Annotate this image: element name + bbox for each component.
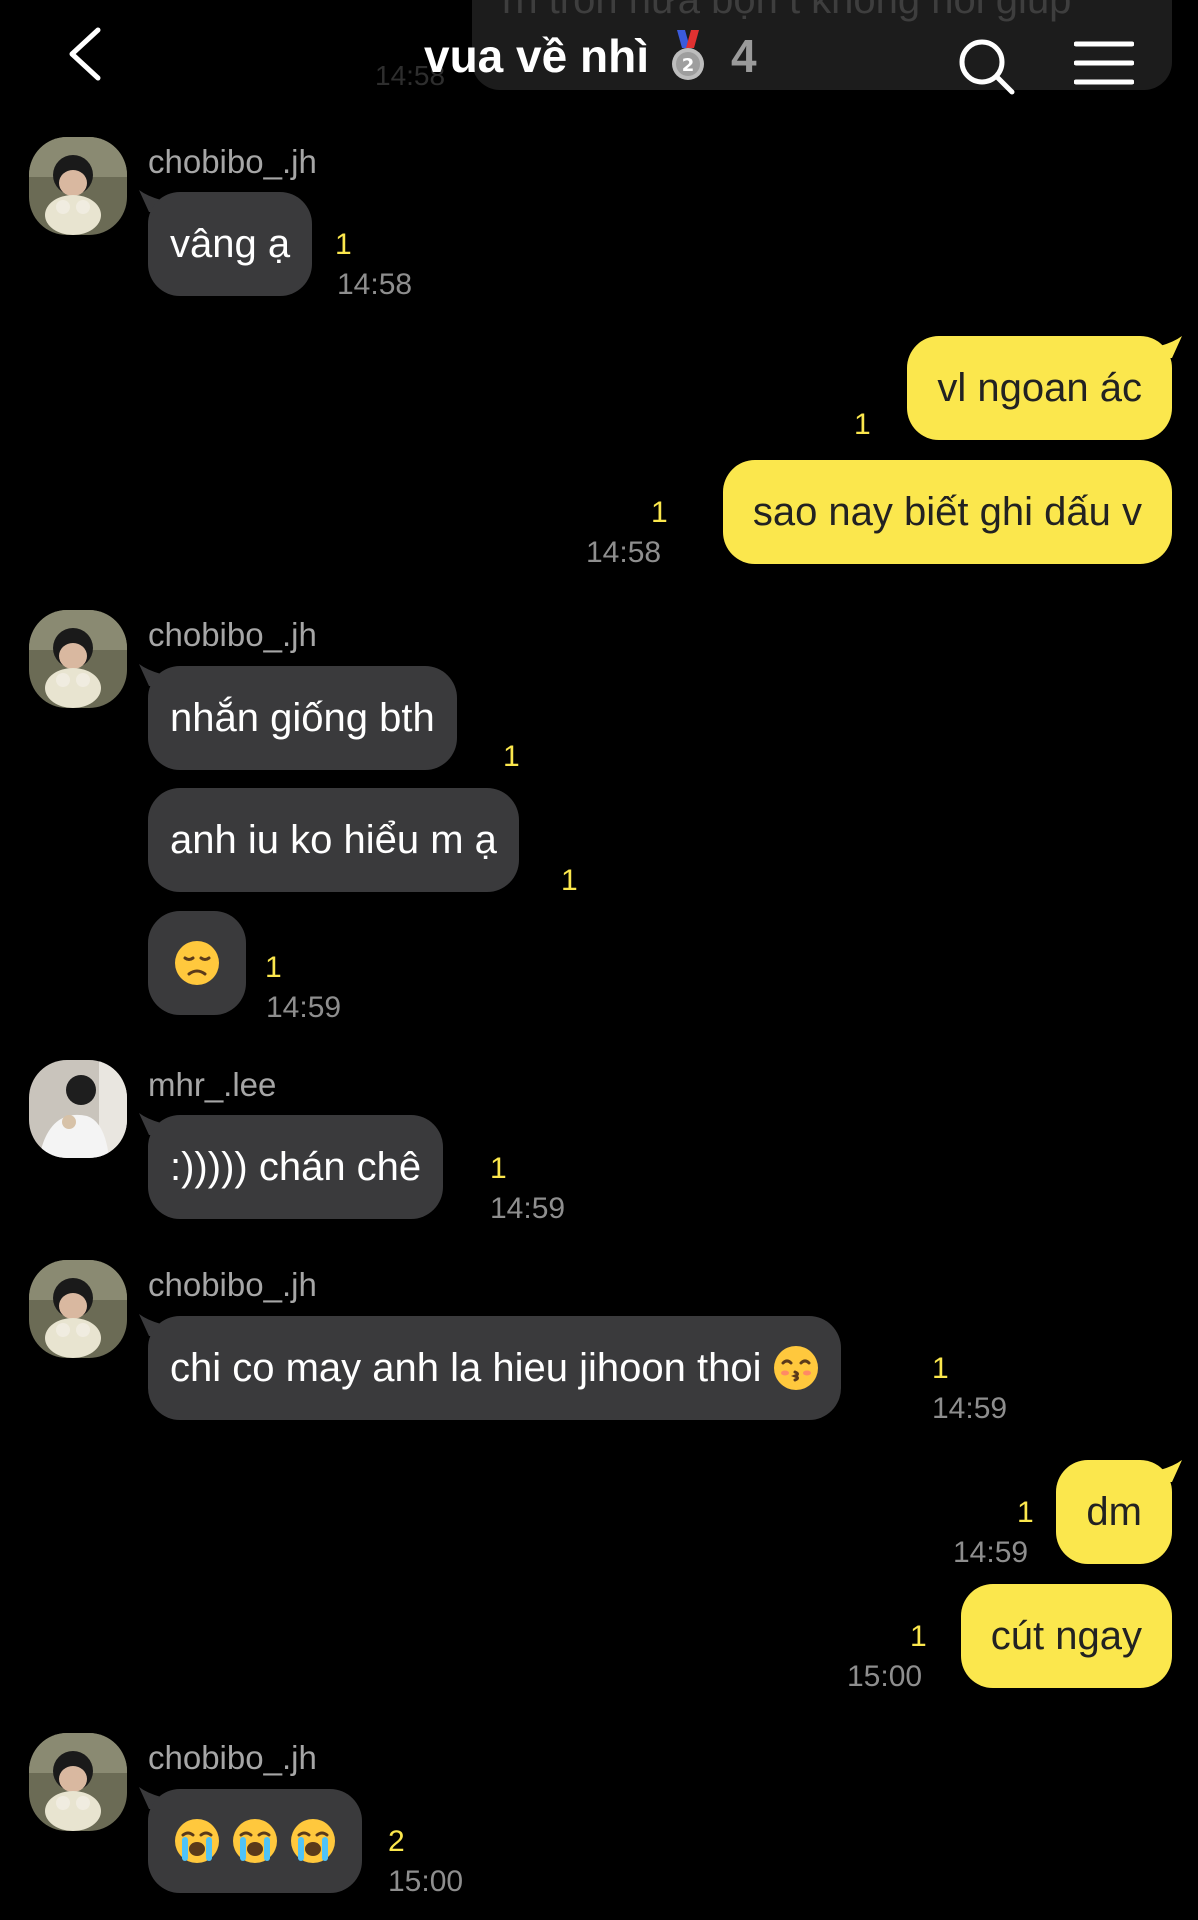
- message-text: chi co may anh la hieu jihoon thoi: [170, 1345, 762, 1390]
- avatar-chobibo[interactable]: [29, 1733, 127, 1831]
- loudly-crying-face-emoji: [175, 1819, 219, 1863]
- message-bubble[interactable]: cút ngay: [960, 1584, 1172, 1688]
- member-count: 4: [730, 30, 757, 82]
- sender-name: chobibo_.jh: [148, 616, 317, 653]
- loudly-crying-face-emoji: [291, 1819, 335, 1863]
- sender-name: chobibo_.jh: [148, 1739, 317, 1776]
- message-time: 14:58: [337, 268, 413, 301]
- avatar-mhr-lee[interactable]: [29, 1060, 127, 1158]
- bubble-tail: [1160, 336, 1182, 358]
- unread-count: 1: [503, 740, 520, 773]
- message-time: 15:00: [388, 1865, 464, 1898]
- message-time: 14:59: [932, 1392, 1008, 1425]
- message-time: 14:59: [266, 991, 342, 1024]
- message-text: cút ngay: [990, 1613, 1142, 1658]
- sender-name: mhr_.lee: [148, 1066, 277, 1103]
- search-icon: [959, 39, 1015, 95]
- message-bubble[interactable]: [148, 1789, 362, 1893]
- back-button[interactable]: [62, 26, 122, 86]
- message-text: sao nay biết ghi dấu v: [752, 489, 1142, 534]
- message-bubble[interactable]: vl ngoan ác: [907, 336, 1172, 440]
- message-bubble[interactable]: nhắn giống bth: [148, 666, 457, 770]
- unread-count: 1: [335, 228, 352, 261]
- avatar-chobibo[interactable]: [29, 610, 127, 708]
- loudly-crying-face-emoji: [233, 1819, 277, 1863]
- unread-count: 1: [651, 496, 668, 529]
- unread-count: 1: [932, 1352, 949, 1385]
- background-message-preview-text: rh trốn nữa bọn t không nói giúp: [502, 0, 1072, 22]
- message-text: vl ngoan ác: [937, 365, 1142, 410]
- unread-count: 1: [854, 408, 871, 441]
- message-bubble[interactable]: anh iu ko hiểu m ạ: [148, 788, 519, 892]
- sender-name: chobibo_.jh: [148, 1266, 317, 1303]
- message-text: vâng ạ: [170, 221, 291, 266]
- sender-name: chobibo_.jh: [148, 143, 317, 180]
- unread-count: 2: [388, 1825, 405, 1858]
- hamburger-menu-icon: [1073, 41, 1135, 85]
- message-bubble[interactable]: dm: [1056, 1460, 1172, 1564]
- message-time: 15:00: [847, 1660, 923, 1693]
- chevron-left-icon: [69, 27, 101, 81]
- chat-title: vua về nhì: [424, 30, 649, 82]
- unread-count: 1: [490, 1152, 507, 1185]
- message-time: 14:59: [490, 1192, 566, 1225]
- message-bubble[interactable]: sao nay biết ghi dấu v: [722, 460, 1172, 564]
- message-time: 14:59: [953, 1536, 1029, 1569]
- menu-button[interactable]: [1073, 40, 1135, 86]
- disappointed-face-emoji: [175, 941, 219, 985]
- message-text: anh iu ko hiểu m ạ: [170, 817, 497, 862]
- svg-text:2: 2: [682, 55, 695, 76]
- search-button[interactable]: [956, 36, 1018, 98]
- avatar-chobibo[interactable]: [29, 1260, 127, 1358]
- message-text: dm: [1086, 1489, 1142, 1534]
- second-place-medal-icon: 2: [671, 30, 704, 80]
- unread-count: 1: [265, 951, 282, 984]
- unread-count: 1: [1017, 1496, 1034, 1529]
- unread-count: 1: [910, 1620, 927, 1653]
- message-time: 14:58: [586, 536, 662, 569]
- message-text: :))))) chán chê: [170, 1144, 422, 1189]
- kissing-face-emoji: [774, 1346, 819, 1390]
- message-text: nhắn giống bth: [170, 695, 435, 740]
- message-bubble[interactable]: [148, 911, 246, 1015]
- bubble-tail: [1160, 1460, 1182, 1482]
- message-bubble[interactable]: chi co may anh la hieu jihoon thoi: [148, 1316, 842, 1420]
- chat-title-bar[interactable]: vua về nhì 2 4: [424, 28, 757, 84]
- message-bubble[interactable]: :))))) chán chê: [148, 1115, 444, 1219]
- message-bubble[interactable]: vâng ạ: [148, 192, 313, 296]
- avatar-chobibo[interactable]: [29, 137, 127, 235]
- unread-count: 1: [561, 864, 578, 897]
